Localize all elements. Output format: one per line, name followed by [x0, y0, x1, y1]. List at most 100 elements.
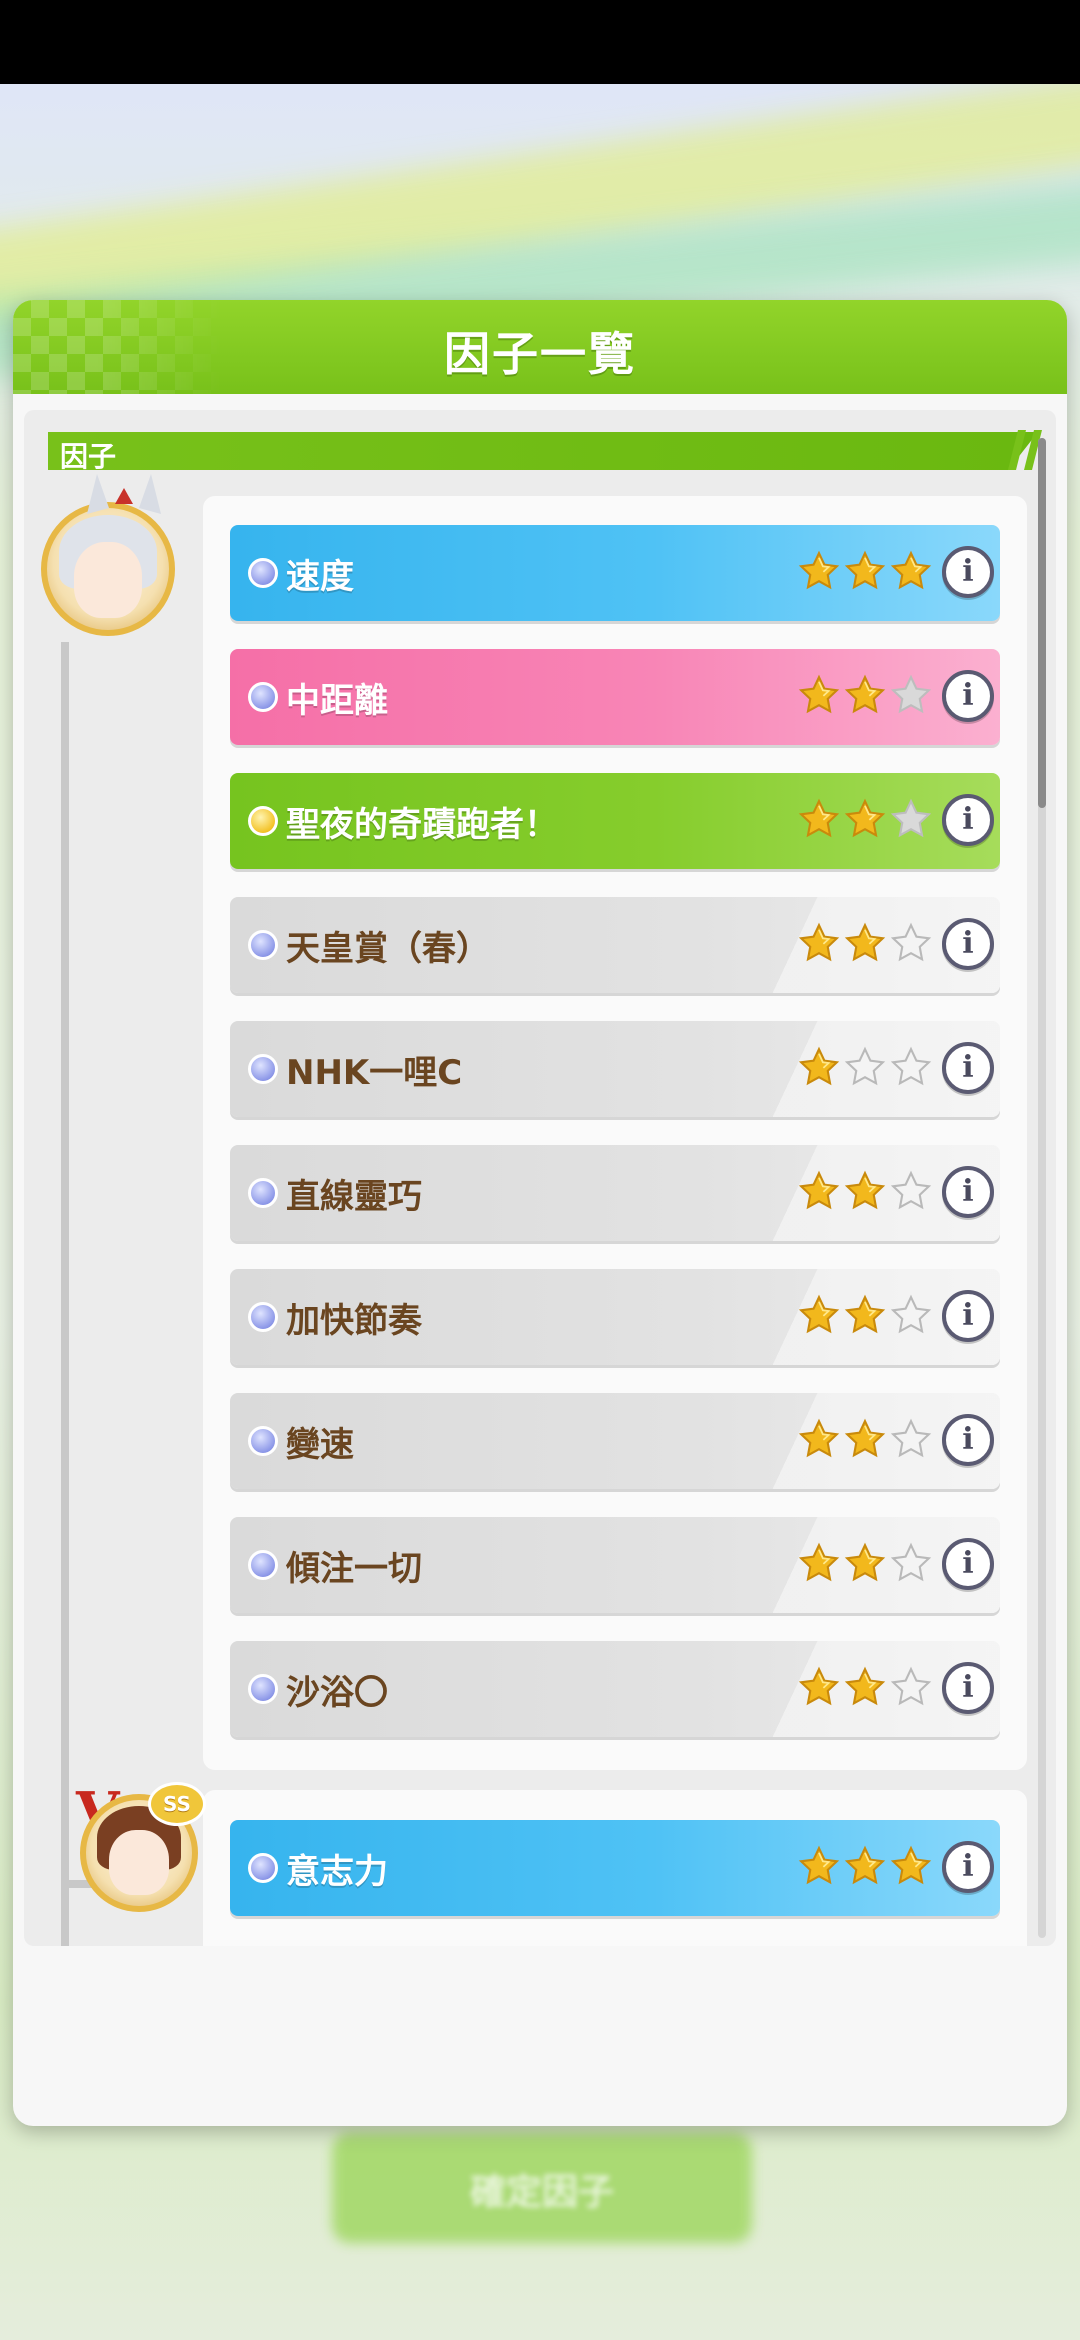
factor-row[interactable]: 直線靈巧 i [230, 1145, 1000, 1241]
info-icon[interactable]: i [942, 670, 994, 722]
info-icon[interactable]: i [942, 546, 994, 598]
star-filled-icon [798, 1541, 840, 1585]
star-empty-icon [890, 1665, 932, 1709]
info-icon[interactable]: i [942, 1414, 994, 1466]
star-filled-icon [844, 1169, 886, 1213]
section-header-bar [48, 432, 1038, 470]
star-rating [798, 673, 938, 719]
star-rating [798, 921, 938, 967]
factor-name: 加快節奏 [286, 1301, 422, 1341]
factor-name: 天皇賞（春） [286, 929, 490, 969]
star-filled-icon [844, 549, 886, 593]
factor-list-scroll-area[interactable]: 因子 V SS 速度i中距離i聖夜的奇蹟跑者！i天皇賞（春）iNHK一哩Ci直線… [24, 410, 1056, 1946]
star-filled-icon [798, 1169, 840, 1213]
info-icon[interactable]: i [942, 1290, 994, 1342]
star-filled-icon [798, 921, 840, 965]
factor-type-dot-icon [248, 806, 278, 836]
star-filled-icon [844, 1293, 886, 1337]
factor-row[interactable]: 速度 i [230, 525, 1000, 621]
star-empty-icon [890, 1045, 932, 1089]
star-filled-icon [798, 1293, 840, 1337]
status-bar [0, 0, 1080, 84]
factor-type-dot-icon [248, 1426, 278, 1456]
star-filled-icon [798, 1417, 840, 1461]
info-icon[interactable]: i [942, 918, 994, 970]
dialog-header: 因子一覽 [13, 300, 1067, 394]
factor-row[interactable]: 加快節奏 i [230, 1269, 1000, 1365]
factor-type-dot-icon [248, 1178, 278, 1208]
star-rating [798, 1045, 938, 1091]
factor-type-dot-icon [248, 1550, 278, 1580]
star-filled-icon [844, 673, 886, 717]
factor-name: 中距離 [286, 681, 388, 721]
star-filled-icon [890, 1844, 932, 1888]
star-rating [798, 1844, 938, 1890]
factor-name: 變速 [286, 1425, 354, 1465]
factor-row[interactable]: 傾注一切 i [230, 1517, 1000, 1613]
star-empty-icon [890, 1293, 932, 1337]
star-rating [798, 549, 938, 595]
star-empty-icon [844, 1045, 886, 1089]
star-empty-icon [890, 1169, 932, 1213]
factor-type-dot-icon [248, 1674, 278, 1704]
factor-row[interactable]: NHK一哩C i [230, 1021, 1000, 1117]
factor-name: 傾注一切 [286, 1549, 422, 1589]
info-icon[interactable]: i [942, 794, 994, 846]
star-empty-icon [890, 1417, 932, 1461]
star-filled-icon [844, 797, 886, 841]
star-filled-icon [798, 1844, 840, 1888]
star-empty-icon [890, 1541, 932, 1585]
factor-name: NHK一哩C [286, 1053, 463, 1093]
factor-type-dot-icon [248, 558, 278, 588]
star-filled-icon [844, 1417, 886, 1461]
factor-type-dot-icon [248, 930, 278, 960]
factor-list-dialog: 因子一覽 因子 V SS 速度i中距離i聖夜的奇蹟跑者！i [13, 300, 1067, 2126]
star-filled-icon [798, 1045, 840, 1089]
star-filled-icon [890, 549, 932, 593]
avatar-face [73, 542, 143, 618]
factor-name: 速度 [286, 557, 354, 597]
factor-type-dot-icon [248, 1054, 278, 1084]
star-filled-icon [798, 673, 840, 717]
factor-row[interactable]: 意志力 i [230, 1820, 1000, 1916]
factor-row[interactable]: 天皇賞（春） i [230, 897, 1000, 993]
star-rating [798, 1541, 938, 1587]
factor-row[interactable]: 中距離 i [230, 649, 1000, 745]
factor-row[interactable]: 聖夜的奇蹟跑者！ i [230, 773, 1000, 869]
star-filled-icon [798, 549, 840, 593]
factor-type-dot-icon [248, 1853, 278, 1883]
timeline-line [61, 642, 69, 1946]
star-filled-icon [844, 1844, 886, 1888]
info-icon[interactable]: i [942, 1042, 994, 1094]
star-rating [798, 1169, 938, 1215]
rank-badge: SS [148, 1782, 206, 1826]
star-rating [798, 797, 938, 843]
factor-type-dot-icon [248, 682, 278, 712]
factor-row[interactable]: 沙浴〇 i [230, 1641, 1000, 1737]
factor-type-dot-icon [248, 1302, 278, 1332]
section-title: 因子 [60, 440, 117, 473]
star-filled-icon [798, 797, 840, 841]
star-filled-icon [844, 921, 886, 965]
factor-name: 直線靈巧 [286, 1177, 422, 1217]
scrollbar-thumb[interactable] [1038, 438, 1046, 808]
star-empty-icon [890, 797, 932, 841]
star-filled-icon [844, 1665, 886, 1709]
star-rating [798, 1417, 938, 1463]
factor-row[interactable]: 變速 i [230, 1393, 1000, 1489]
dialog-title: 因子一覽 [444, 327, 636, 381]
star-rating [798, 1293, 938, 1339]
character-avatar[interactable] [41, 502, 175, 636]
info-icon[interactable]: i [942, 1538, 994, 1590]
star-filled-icon [798, 1665, 840, 1709]
info-icon[interactable]: i [942, 1841, 994, 1893]
background-confirm-label: 確定因子 [469, 2172, 614, 2213]
horse-ears-icon [87, 474, 161, 514]
star-empty-icon [890, 673, 932, 717]
factor-name: 聖夜的奇蹟跑者！ [286, 805, 558, 845]
info-icon[interactable]: i [942, 1166, 994, 1218]
avatar-face [109, 1829, 169, 1896]
star-filled-icon [844, 1541, 886, 1585]
info-icon[interactable]: i [942, 1662, 994, 1714]
factor-name: 沙浴〇 [286, 1673, 388, 1713]
